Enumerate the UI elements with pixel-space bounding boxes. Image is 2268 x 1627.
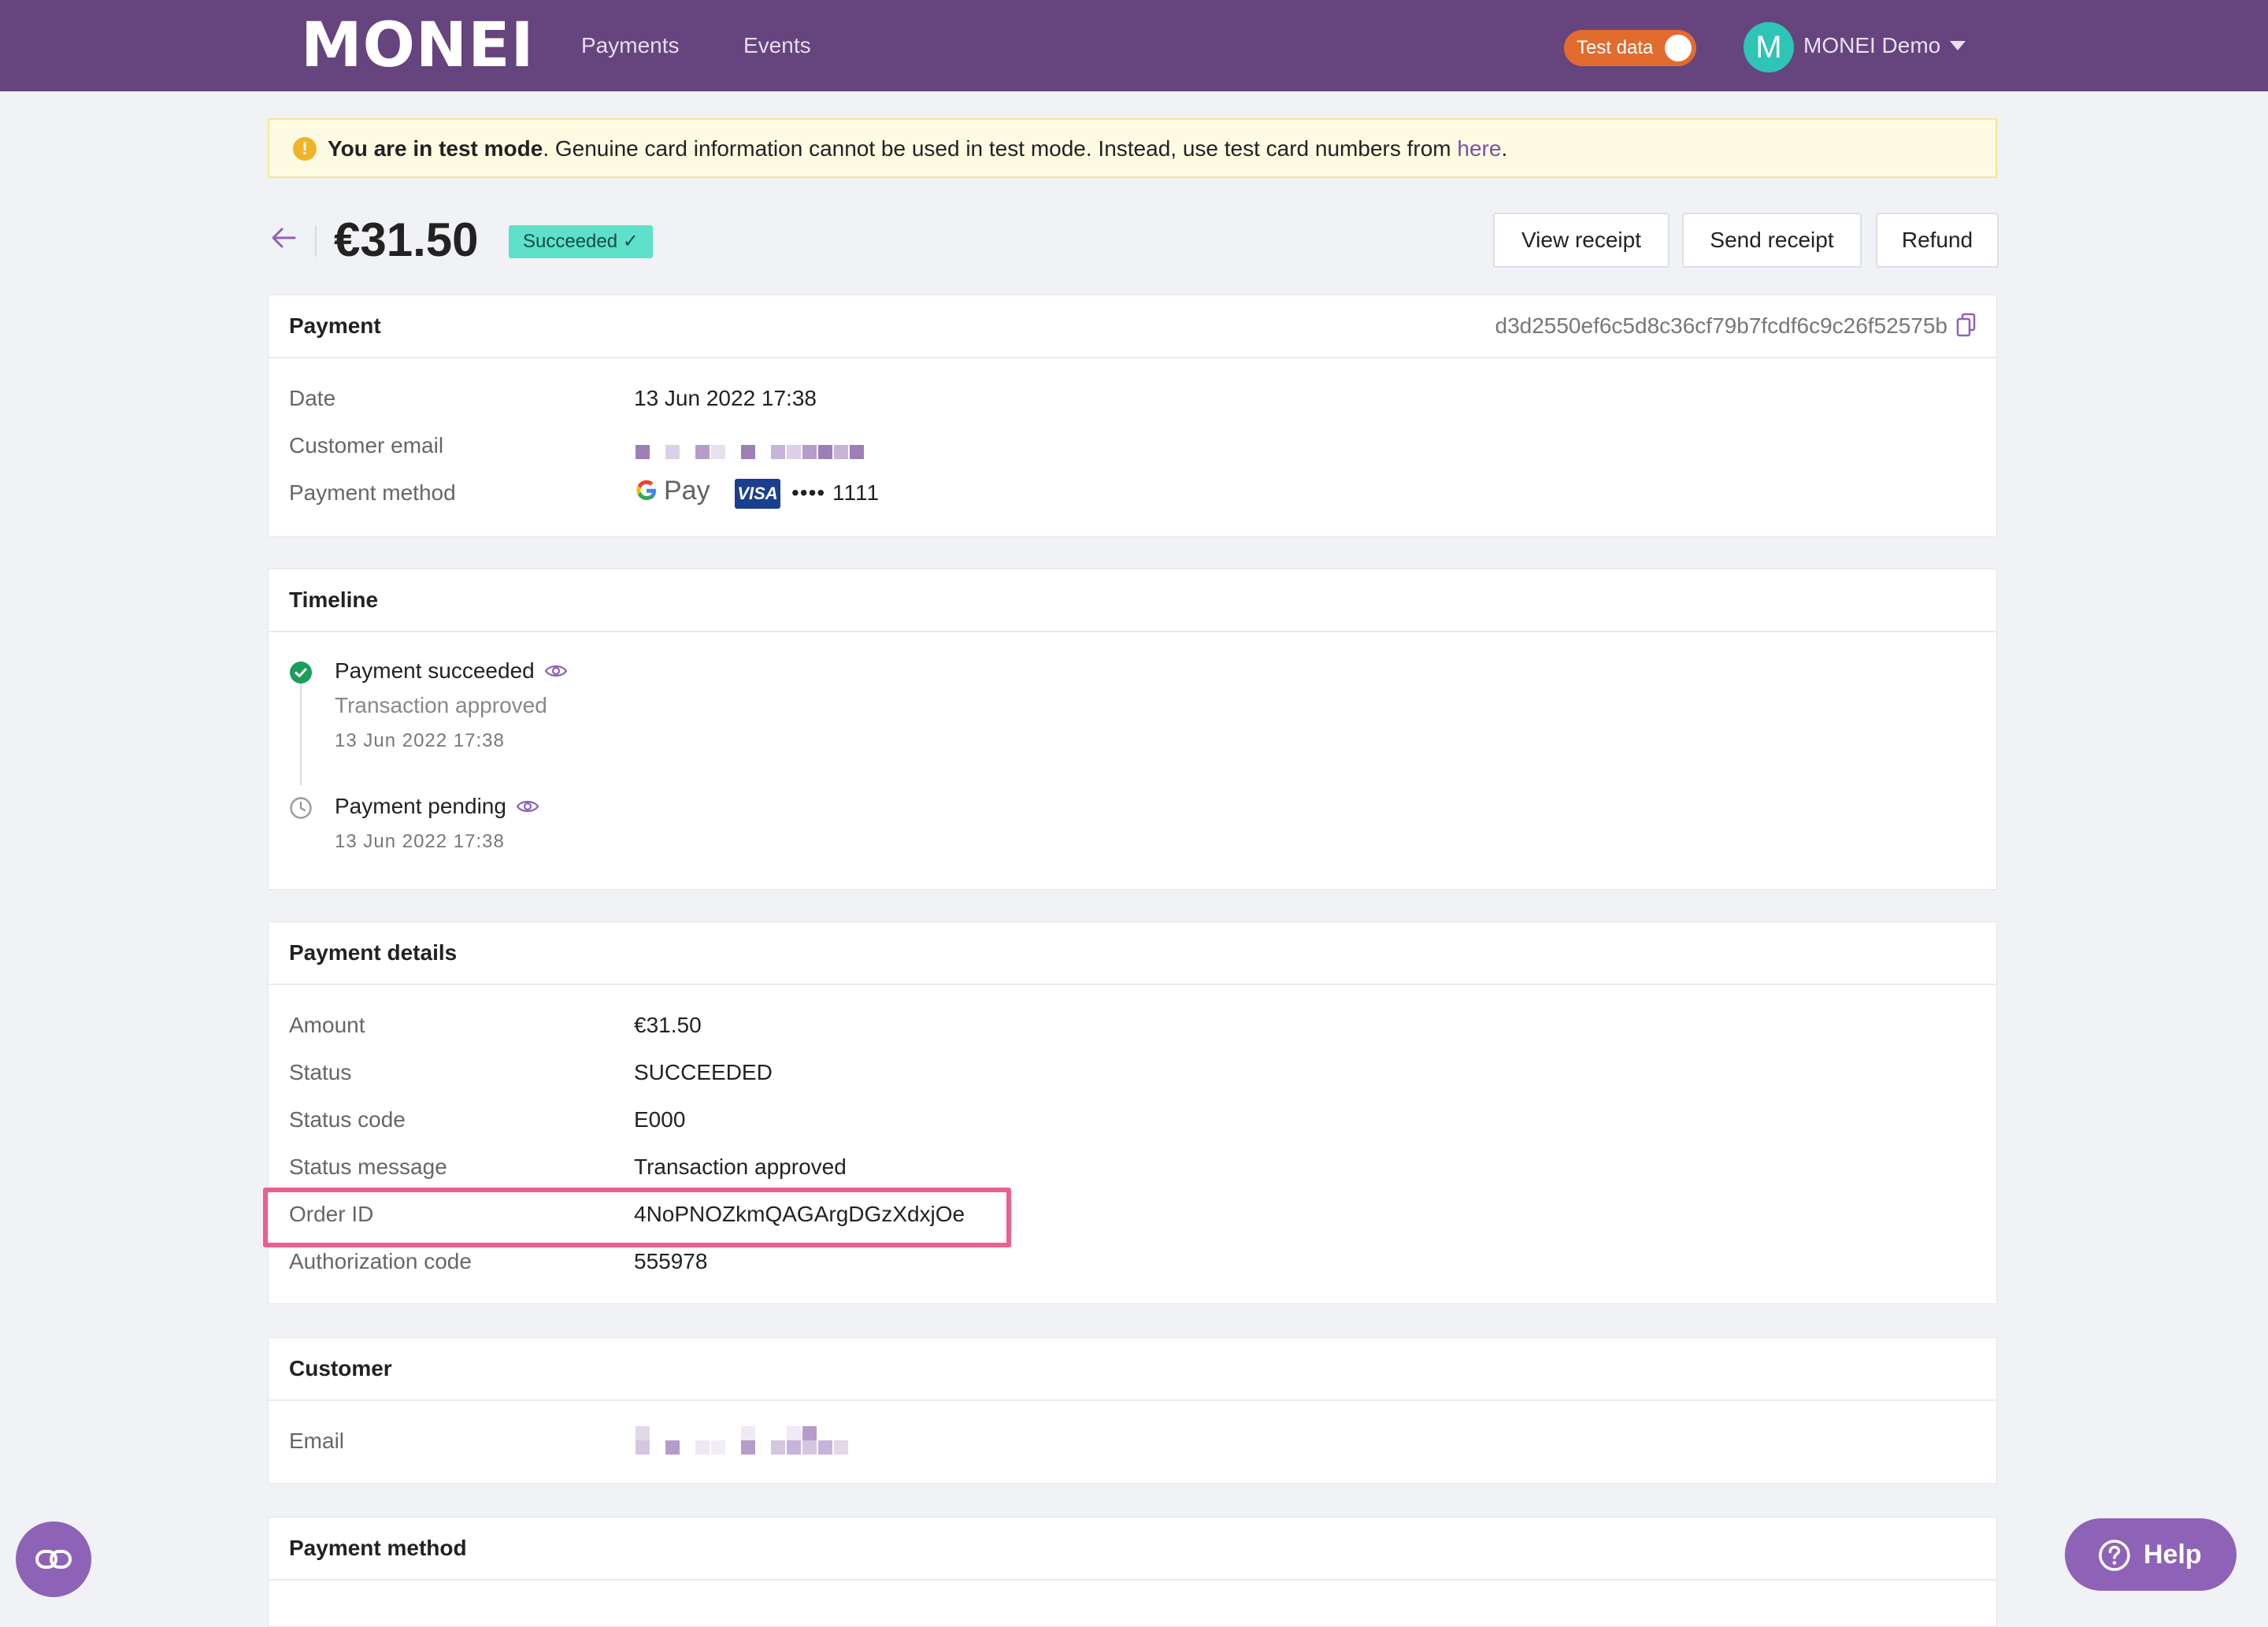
timeline-event-title: Payment succeeded: [335, 658, 535, 683]
payment-method-card-title: Payment method: [289, 1536, 467, 1560]
toggle-knob: [1665, 35, 1692, 61]
link-icon: [35, 1550, 72, 1569]
status-value: SUCCEEDED: [634, 1060, 773, 1084]
timeline-event-date: 13 Jun 2022 17:38: [335, 730, 505, 751]
payment-method-label: Payment method: [289, 480, 456, 505]
nav-payments[interactable]: Payments: [581, 30, 680, 61]
payment-method-card: Payment method: [268, 1517, 1997, 1627]
payment-details-header: Payment details: [269, 922, 1996, 985]
timeline-card-title: Timeline: [289, 587, 379, 612]
help-button[interactable]: Help: [2065, 1518, 2236, 1591]
test-data-label: Test data: [1577, 37, 1654, 58]
timeline-connector: [300, 672, 302, 785]
timeline-event-date: 13 Jun 2022 17:38: [335, 831, 505, 852]
status-message-value: Transaction approved: [634, 1154, 847, 1179]
status-message-label: Status message: [289, 1154, 447, 1179]
date-value: 13 Jun 2022 17:38: [634, 386, 817, 410]
payment-method-card-header: Payment method: [269, 1518, 1996, 1581]
payment-amount: €31.50: [334, 213, 479, 266]
payment-card-title: Payment: [289, 313, 381, 338]
top-bar: MONEI Payments Events Test data M MONEI …: [0, 0, 2268, 91]
banner-message: . Genuine card information cannot be use…: [543, 136, 1458, 161]
account-menu[interactable]: MONEI Demo: [1803, 30, 1940, 61]
nav-events[interactable]: Events: [743, 30, 811, 61]
customer-email-label: Email: [289, 1429, 345, 1453]
warning-icon: !: [293, 137, 317, 161]
customer-card-header: Customer: [269, 1338, 1996, 1401]
clock-icon: [290, 797, 312, 819]
send-receipt-button[interactable]: Send receipt: [1682, 213, 1862, 268]
timeline-event-subtitle: Transaction approved: [335, 693, 547, 717]
question-circle-icon: [2099, 1540, 2130, 1571]
banner-text: You are in test mode. Genuine card infor…: [328, 134, 1507, 164]
divider: [315, 225, 317, 257]
customer-card: Customer Email: [268, 1337, 1997, 1484]
timeline-card-header: Timeline: [269, 569, 1996, 632]
view-receipt-button[interactable]: View receipt: [1493, 213, 1670, 268]
back-arrow-icon[interactable]: [268, 222, 299, 254]
payment-card-header: Payment d3d2550ef6c5d8c36cf79b7fcdf6c9c2…: [269, 295, 1996, 358]
help-label: Help: [2144, 1540, 2202, 1570]
card-number-masked: •••• 1111: [791, 480, 880, 505]
refund-button[interactable]: Refund: [1876, 213, 1999, 268]
status-code-label: Status code: [289, 1107, 406, 1132]
amount-value: €31.50: [634, 1013, 702, 1037]
check-circle-icon: [290, 662, 312, 684]
copy-icon[interactable]: [1955, 313, 1977, 338]
test-cards-link[interactable]: here: [1457, 136, 1501, 161]
banner-bold: You are in test mode: [328, 136, 543, 161]
payment-id: d3d2550ef6c5d8c36cf79b7fcdf6c9c26f52575b: [1495, 313, 1948, 338]
eye-icon[interactable]: [516, 798, 539, 815]
date-label: Date: [289, 386, 336, 410]
google-g-icon: [636, 480, 656, 500]
test-mode-banner: ! You are in test mode. Genuine card inf…: [268, 118, 1997, 178]
status-label: Status: [289, 1060, 352, 1084]
timeline-card: Timeline Payment succeeded Transaction a…: [268, 569, 1997, 890]
gpay-text: Pay: [664, 476, 710, 506]
monei-logo[interactable]: MONEI: [301, 11, 535, 80]
authorization-code-label: Authorization code: [289, 1249, 472, 1273]
eye-icon[interactable]: [544, 662, 568, 680]
banner-end: .: [1501, 136, 1508, 161]
amount-label: Amount: [289, 1013, 365, 1037]
timeline-event-title: Payment pending: [335, 794, 506, 818]
payment-card: Payment d3d2550ef6c5d8c36cf79b7fcdf6c9c2…: [268, 295, 1997, 537]
status-badge: Succeeded ✓: [509, 225, 653, 258]
customer-card-title: Customer: [289, 1356, 392, 1381]
visa-logo: VISA: [735, 479, 780, 509]
avatar[interactable]: M: [1744, 22, 1794, 72]
floating-link-button[interactable]: [16, 1521, 91, 1597]
customer-email-label: Customer email: [289, 433, 444, 458]
authorization-code-value: 555978: [634, 1249, 708, 1273]
test-data-toggle[interactable]: Test data: [1564, 30, 1696, 66]
order-id-highlight: [263, 1188, 1011, 1247]
payment-details-title: Payment details: [289, 940, 458, 965]
chevron-down-icon[interactable]: [1950, 41, 1966, 50]
status-code-value: E000: [634, 1107, 686, 1132]
